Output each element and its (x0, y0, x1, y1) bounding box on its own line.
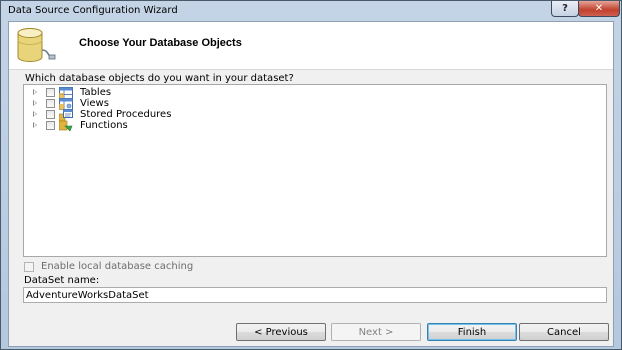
functions-icon (59, 120, 73, 132)
page-title: Choose Your Database Objects (79, 37, 242, 49)
close-button[interactable]: ✕ (578, 1, 620, 17)
local-caching-option: Enable local database caching (23, 261, 323, 273)
tree-item-label: Views (80, 98, 109, 109)
previous-button[interactable]: < Previous (236, 323, 326, 341)
window-title: Data Source Configuration Wizard (8, 5, 178, 16)
views-checkbox[interactable] (46, 99, 55, 108)
tree-item-tables[interactable]: Tables (24, 87, 224, 99)
stored-procedures-checkbox[interactable] (46, 110, 55, 119)
local-caching-label: Enable local database caching (41, 261, 194, 272)
finish-button[interactable]: Finish (427, 323, 517, 341)
dataset-name-label: DataSet name: (24, 275, 100, 286)
tables-checkbox[interactable] (46, 88, 55, 97)
functions-checkbox[interactable] (46, 121, 55, 130)
database-icon (17, 28, 56, 62)
expand-arrow-icon[interactable] (33, 111, 37, 117)
expand-arrow-icon[interactable] (33, 89, 37, 95)
tree-item-label: Functions (80, 120, 128, 131)
local-caching-checkbox (24, 262, 34, 272)
wizard-window: Data Source Configuration Wizard ? ✕ Cho… (0, 0, 622, 350)
database-objects-tree[interactable]: Tables Views Stored Procedures Functions (23, 84, 607, 257)
title-bar[interactable]: Data Source Configuration Wizard ? ✕ (1, 1, 621, 21)
cancel-button[interactable]: Cancel (519, 323, 609, 341)
tree-item-label: Stored Procedures (80, 109, 172, 120)
help-button[interactable]: ? (551, 1, 579, 17)
dataset-name-input[interactable] (23, 287, 607, 303)
objects-prompt: Which database objects do you want in yo… (25, 73, 294, 84)
wizard-header: Choose Your Database Objects (9, 22, 613, 70)
tree-item-label: Tables (80, 87, 112, 98)
close-icon: ✕ (594, 3, 604, 14)
tree-item-functions[interactable]: Functions (24, 120, 224, 132)
expand-arrow-icon[interactable] (33, 100, 37, 106)
next-button: Next > (331, 323, 421, 341)
wizard-body: Choose Your Database Objects Which datab… (8, 21, 614, 347)
expand-arrow-icon[interactable] (33, 122, 37, 128)
help-icon: ? (562, 3, 568, 14)
